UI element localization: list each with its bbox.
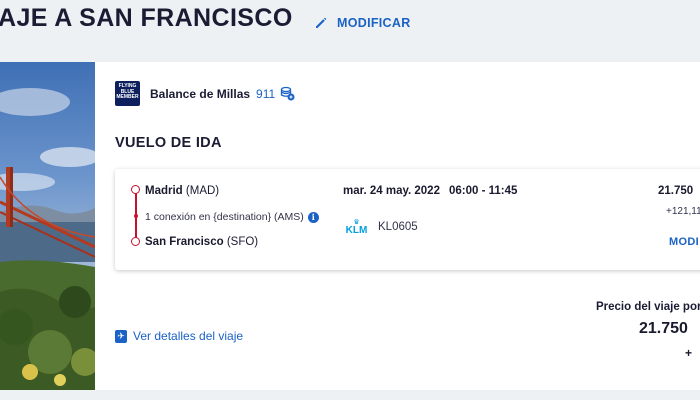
page-title: AJE A SAN FRANCISCO bbox=[0, 4, 293, 32]
airline-name: KLM bbox=[345, 225, 368, 236]
origin-airport: Madrid (MAD) bbox=[145, 185, 219, 197]
connection-text: 1 conexión en {destination} (AMS) bbox=[145, 211, 304, 223]
trip-details-link[interactable]: ✈ Ver detalles del viaje bbox=[115, 329, 243, 343]
modify-trip-button[interactable]: MODIFICAR bbox=[314, 16, 411, 30]
trip-summary-panel: FLYING BLUE MEMBER Balance de Millas 911… bbox=[95, 62, 700, 390]
connection-dot bbox=[134, 214, 138, 218]
destination-code: (SFO) bbox=[226, 236, 259, 248]
pencil-icon bbox=[316, 17, 327, 28]
plane-icon: ✈ bbox=[115, 329, 127, 343]
miles-balance-label: Balance de Millas bbox=[150, 86, 251, 101]
flight-price: 21.750 bbox=[658, 185, 694, 197]
connection-info: 1 conexión en {destination} (AMS) i bbox=[145, 211, 319, 223]
modify-flight-button[interactable]: MODI bbox=[669, 236, 699, 248]
header-bar: AJE A SAN FRANCISCO MODIFICAR bbox=[0, 0, 700, 44]
airline-info: ♛ KLM KL0605 bbox=[343, 219, 418, 236]
trip-total-price: 21.750 bbox=[639, 320, 688, 337]
flight-taxes: +121,11 bbox=[666, 206, 700, 217]
flight-number: KL0605 bbox=[378, 221, 418, 233]
golden-gate-bridge-image bbox=[0, 62, 95, 390]
info-icon[interactable]: i bbox=[307, 211, 319, 223]
trip-price-extra: + bbox=[685, 346, 693, 360]
origin-city: Madrid bbox=[145, 185, 183, 197]
destination-photo bbox=[0, 62, 95, 390]
booking-page: AJE A SAN FRANCISCO MODIFICAR FLYING BLU… bbox=[0, 0, 700, 400]
modify-trip-label: MODIFICAR bbox=[337, 16, 411, 30]
miles-coins-icon[interactable] bbox=[280, 86, 295, 101]
origin-dot bbox=[131, 185, 140, 194]
flight-time: 06:00 - 11:45 bbox=[448, 185, 518, 197]
trip-details-label: Ver detalles del viaje bbox=[133, 329, 244, 343]
miles-balance-value: 911 bbox=[256, 86, 276, 101]
outbound-section-title: VUELO DE IDA bbox=[115, 135, 222, 151]
destination-airport: San Francisco (SFO) bbox=[145, 236, 258, 248]
flight-date: mar. 24 may. 2022 bbox=[343, 185, 440, 197]
trip-price-label: Precio del viaje por bbox=[596, 301, 700, 313]
destination-dot bbox=[131, 237, 140, 246]
origin-code: (MAD) bbox=[185, 185, 220, 197]
destination-city: San Francisco bbox=[145, 236, 224, 248]
flying-blue-logo: FLYING BLUE MEMBER bbox=[115, 81, 140, 106]
flight-schedule: mar. 24 may. 2022 06:00 - 11:45 bbox=[343, 185, 517, 197]
klm-logo: ♛ KLM bbox=[343, 219, 370, 236]
flying-blue-logo-line: MEMBER bbox=[116, 94, 139, 101]
outbound-flight-card: Madrid (MAD) 1 conexión en {destination}… bbox=[115, 169, 700, 270]
miles-balance: FLYING BLUE MEMBER Balance de Millas 911 bbox=[115, 81, 295, 106]
